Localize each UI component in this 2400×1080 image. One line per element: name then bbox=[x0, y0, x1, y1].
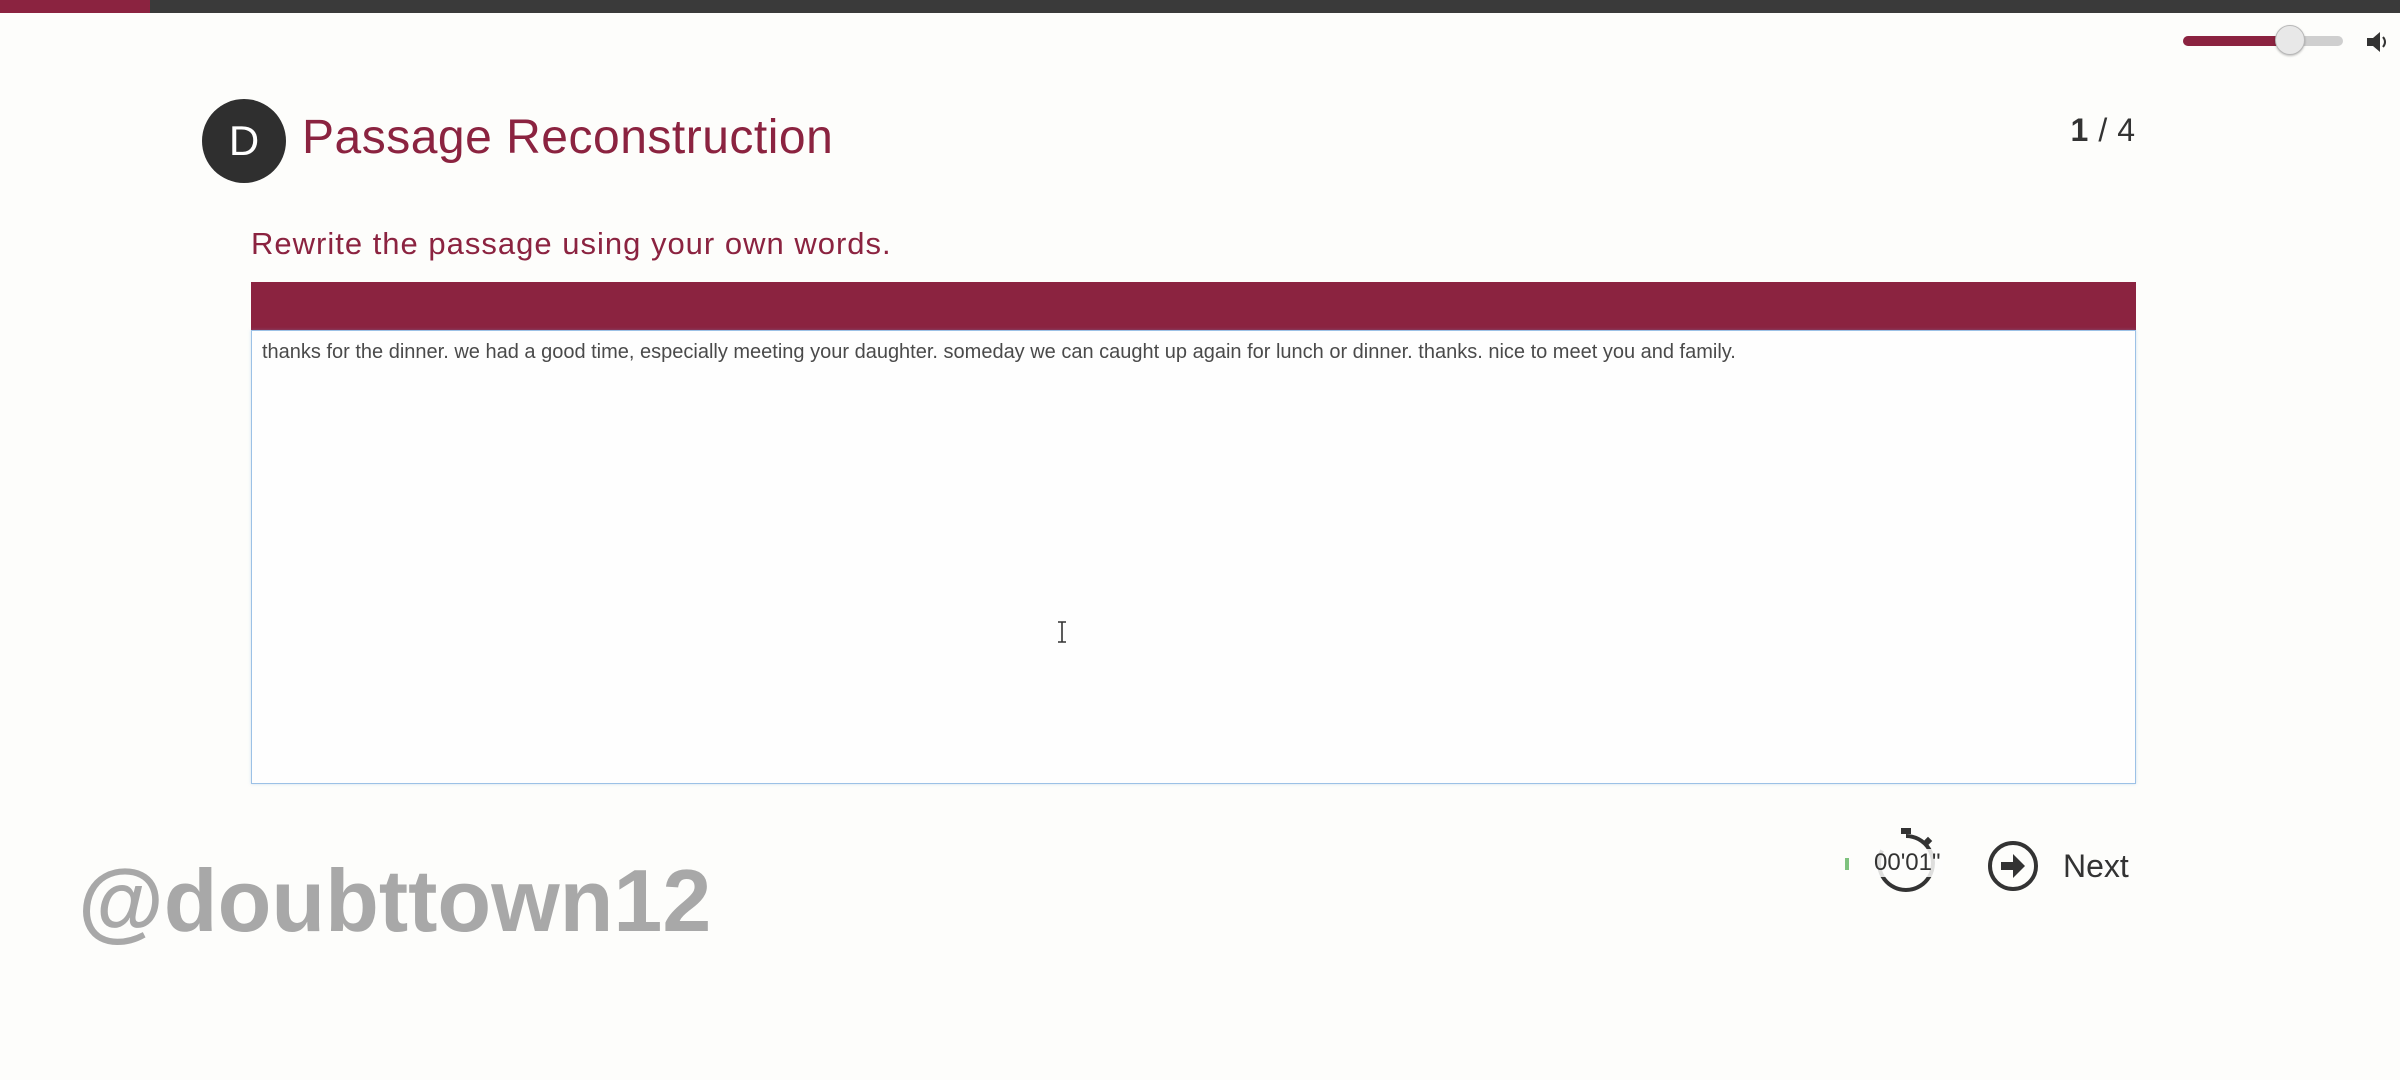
watermark: @doubttown12 bbox=[78, 851, 712, 950]
total-pages: 4 bbox=[2117, 112, 2135, 148]
timer-indicator bbox=[1845, 858, 1849, 870]
volume-track[interactable] bbox=[2183, 36, 2343, 46]
section-badge: D bbox=[202, 99, 286, 183]
answer-textarea[interactable]: thanks for the dinner. we had a good tim… bbox=[251, 330, 2136, 784]
answer-header-bar bbox=[251, 282, 2136, 330]
volume-fill bbox=[2183, 36, 2289, 46]
next-button[interactable]: Next bbox=[1987, 838, 2129, 894]
test-progress-fill bbox=[0, 0, 150, 13]
page-title: Passage Reconstruction bbox=[302, 111, 834, 164]
page-counter: 1/4 bbox=[2071, 112, 2135, 149]
current-page: 1 bbox=[2070, 112, 2089, 148]
instruction-text: Rewrite the passage using your own words… bbox=[251, 226, 892, 261]
next-label[interactable]: Next bbox=[2063, 848, 2129, 885]
page-separator: / bbox=[2098, 112, 2108, 148]
arrow-right-circle-icon[interactable] bbox=[1987, 840, 2039, 892]
volume-thumb[interactable] bbox=[2274, 25, 2305, 55]
volume-slider[interactable] bbox=[2183, 25, 2343, 55]
text-cursor-icon bbox=[1058, 621, 1066, 643]
answer-text[interactable]: thanks for the dinner. we had a good tim… bbox=[262, 341, 1736, 364]
speaker-icon[interactable] bbox=[2365, 30, 2391, 54]
elapsed-timer: 00'01" bbox=[1872, 849, 1943, 877]
test-progress-bar bbox=[0, 0, 2400, 13]
